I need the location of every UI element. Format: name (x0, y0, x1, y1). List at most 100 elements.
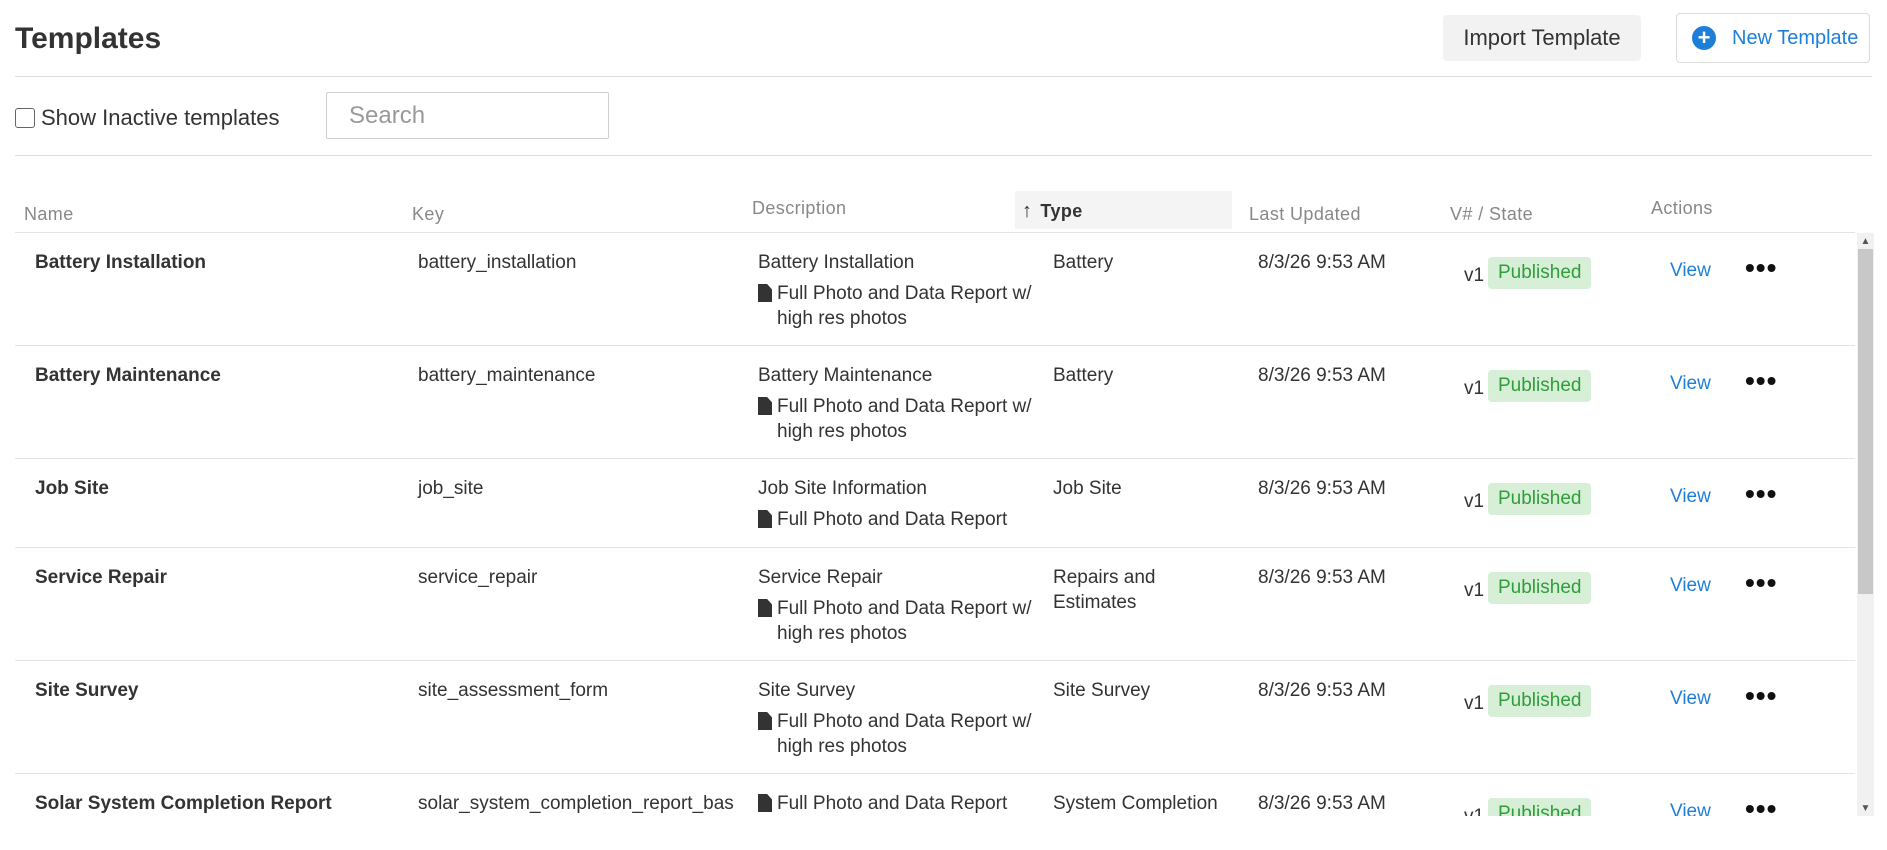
more-actions-icon[interactable]: ••• (1745, 569, 1777, 597)
show-inactive-checkbox[interactable] (15, 108, 35, 128)
report-name: Full Photo and Data Report (777, 509, 1008, 530)
template-name[interactable]: Job Site (35, 476, 109, 501)
scrollbar-thumb[interactable] (1858, 249, 1873, 594)
last-updated: 8/3/26 9:53 AM (1258, 365, 1386, 386)
report-name: Full Photo and Data Report w/ high res p… (777, 396, 1032, 442)
more-actions-icon[interactable]: ••• (1745, 795, 1777, 817)
version-number: v1 (1464, 693, 1485, 714)
file-icon (758, 599, 772, 617)
column-header-name[interactable]: Name (24, 204, 74, 225)
report-name: Full Photo and Data Report (777, 793, 1008, 814)
search-input[interactable] (326, 92, 609, 139)
more-actions-icon[interactable]: ••• (1745, 367, 1777, 395)
column-header-last-updated[interactable]: Last Updated (1249, 204, 1361, 225)
template-description: Battery Maintenance Full Photo and Data … (758, 363, 1032, 444)
header-divider (15, 76, 1872, 77)
template-description: Full Photo and Data Report (758, 791, 1032, 816)
view-link[interactable]: View (1670, 686, 1711, 711)
template-name[interactable]: Battery Installation (35, 250, 206, 275)
template-type: Site Survey (1053, 680, 1151, 701)
table-row: Solar System Completion Report solar_sys… (15, 774, 1855, 816)
template-key: service_repair (418, 567, 538, 588)
template-description: Service Repair Full Photo and Data Repor… (758, 565, 1032, 646)
plus-circle-icon: + (1692, 26, 1716, 50)
status-badge: Published (1488, 483, 1592, 515)
report-link: Full Photo and Data Report w/ high res p… (758, 281, 1032, 331)
report-link: Full Photo and Data Report (758, 791, 1032, 816)
view-link[interactable]: View (1670, 258, 1711, 283)
templates-table-body: Battery Installation battery_installatio… (15, 233, 1855, 816)
report-link: Full Photo and Data Report w/ high res p… (758, 596, 1032, 646)
table-row: Site Survey site_assessment_form Site Su… (15, 661, 1855, 774)
template-key: solar_system_completion_report_bas (418, 793, 734, 814)
last-updated: 8/3/26 9:53 AM (1258, 680, 1386, 701)
report-name: Full Photo and Data Report w/ high res p… (777, 711, 1032, 757)
version-number: v1 (1464, 491, 1485, 512)
import-template-button[interactable]: Import Template (1443, 15, 1641, 61)
column-header-key[interactable]: Key (412, 204, 444, 225)
filter-divider (15, 155, 1872, 156)
template-name[interactable]: Site Survey (35, 678, 139, 703)
last-updated: 8/3/26 9:53 AM (1258, 567, 1386, 588)
last-updated: 8/3/26 9:53 AM (1258, 793, 1386, 814)
column-header-actions: Actions (1651, 198, 1713, 218)
table-row: Job Site job_site Job Site Information F… (15, 459, 1855, 548)
description-title: Site Survey (758, 680, 856, 701)
status-badge: Published (1488, 370, 1592, 402)
status-badge: Published (1488, 798, 1592, 816)
template-description: Job Site Information Full Photo and Data… (758, 476, 1032, 532)
file-icon (758, 794, 772, 812)
more-actions-icon[interactable]: ••• (1745, 682, 1777, 710)
report-link: Full Photo and Data Report (758, 507, 1032, 532)
template-description: Battery Installation Full Photo and Data… (758, 250, 1032, 331)
template-type: Job Site (1053, 478, 1122, 499)
template-type: Battery (1053, 252, 1114, 273)
scroll-up-icon[interactable]: ▲ (1857, 233, 1874, 249)
report-link: Full Photo and Data Report w/ high res p… (758, 709, 1032, 759)
version-number: v1 (1464, 378, 1485, 399)
more-actions-icon[interactable]: ••• (1745, 254, 1777, 282)
template-key: battery_maintenance (418, 365, 596, 386)
report-link: Full Photo and Data Report w/ high res p… (758, 394, 1032, 444)
view-link[interactable]: View (1670, 484, 1711, 509)
description-title: Service Repair (758, 567, 883, 588)
template-description: Site Survey Full Photo and Data Report w… (758, 678, 1032, 759)
template-type: Repairs and Estimates (1053, 567, 1156, 613)
version-number: v1 (1464, 265, 1485, 286)
template-type: System Completion (1053, 793, 1218, 814)
table-row: Service Repair service_repair Service Re… (15, 548, 1855, 661)
last-updated: 8/3/26 9:53 AM (1258, 252, 1386, 273)
view-link[interactable]: View (1670, 799, 1711, 816)
template-name[interactable]: Service Repair (35, 565, 167, 590)
report-name: Full Photo and Data Report w/ high res p… (777, 283, 1032, 329)
template-key: site_assessment_form (418, 680, 609, 701)
status-badge: Published (1488, 257, 1592, 289)
template-name[interactable]: Battery Maintenance (35, 363, 221, 388)
template-name[interactable]: Solar System Completion Report (35, 791, 332, 816)
file-icon (758, 712, 772, 730)
new-template-label: New Template (1732, 26, 1859, 49)
templates-page: Templates Import Template + New Template… (0, 0, 1887, 850)
template-type: Battery (1053, 365, 1114, 386)
table-scrollbar[interactable]: ▲ ▼ (1857, 233, 1874, 816)
column-header-description[interactable]: Description (752, 198, 846, 219)
new-template-button[interactable]: + New Template (1676, 13, 1870, 63)
table-row: Battery Maintenance battery_maintenance … (15, 346, 1855, 459)
view-link[interactable]: View (1670, 371, 1711, 396)
view-link[interactable]: View (1670, 573, 1711, 598)
page-title: Templates (15, 22, 162, 55)
template-key: battery_installation (418, 252, 577, 273)
description-title: Battery Maintenance (758, 365, 933, 386)
scroll-down-icon[interactable]: ▼ (1857, 800, 1874, 816)
file-icon (758, 284, 772, 302)
column-header-type-label: Type (1040, 201, 1083, 221)
more-actions-icon[interactable]: ••• (1745, 480, 1777, 508)
description-title: Job Site Information (758, 478, 927, 499)
column-header-version-state[interactable]: V# / State (1450, 204, 1533, 225)
description-title: Battery Installation (758, 252, 915, 273)
report-name: Full Photo and Data Report w/ high res p… (777, 598, 1032, 644)
show-inactive-filter[interactable]: Show Inactive templates (15, 105, 279, 131)
column-header-type[interactable]: ↑ Type (1022, 200, 1083, 223)
show-inactive-label: Show Inactive templates (41, 105, 280, 130)
version-number: v1 (1464, 804, 1484, 816)
